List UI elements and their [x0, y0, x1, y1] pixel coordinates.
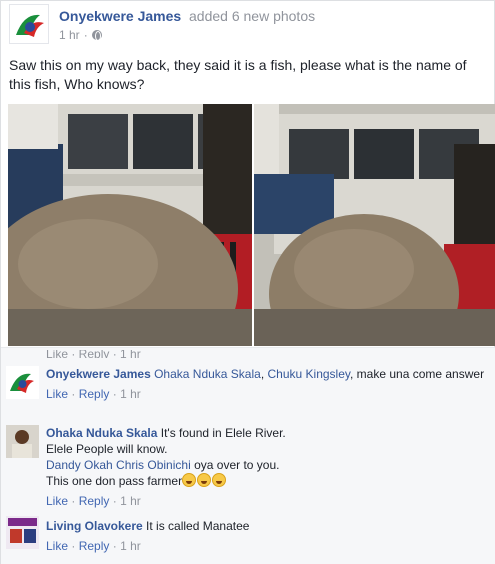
comment-tag[interactable]: Dandy Okah — [46, 458, 113, 472]
comment-author[interactable]: Ohaka Nduka Skala — [46, 426, 157, 440]
comment-author[interactable]: Living Olavokere — [46, 519, 143, 533]
comment-text: This one don pass farmer — [46, 474, 183, 488]
comment-text: It is called Manatee — [146, 519, 250, 533]
post-time[interactable]: 1 hr — [59, 28, 80, 42]
laughing-emoji-icon — [212, 473, 227, 487]
post-header: Onyekwere James added 6 new photos 1 hr … — [1, 1, 495, 51]
comment-text-line: This one don pass farmer — [46, 473, 486, 489]
post-author-name[interactable]: Onyekwere James — [59, 8, 181, 24]
post-action-text[interactable]: added 6 new photos — [189, 8, 315, 24]
comment-actions: Like · Reply · 1 hr — [46, 386, 486, 402]
dot-separator: · — [71, 494, 76, 508]
comment-text-line: Dandy Okah Chris Obinichi oya over to yo… — [46, 457, 486, 473]
comment-avatar[interactable] — [6, 425, 39, 458]
author-avatar[interactable] — [9, 4, 49, 44]
comment-body: Living Olavokere It is called Manatee Li… — [46, 518, 486, 554]
like-link[interactable]: Like — [46, 494, 68, 508]
laughing-emoji-icon — [197, 473, 212, 487]
comment-tag[interactable]: Chuku Kingsley — [268, 367, 351, 381]
dot-separator: · — [112, 387, 117, 401]
comment-time[interactable]: 1 hr — [120, 539, 141, 553]
photo-grid — [8, 104, 495, 346]
comment-text: It's found in Elele River. — [160, 426, 286, 440]
comment-time[interactable]: 1 hr — [120, 494, 141, 508]
reply-link[interactable]: Reply — [79, 387, 110, 401]
comment-actions: Like · Reply · 1 hr — [46, 493, 486, 509]
comment-body: Ohaka Nduka Skala It's found in Elele Ri… — [46, 425, 486, 509]
dot-separator: · — [112, 539, 117, 553]
like-link[interactable]: Like — [46, 387, 68, 401]
comment-body: Onyekwere James Ohaka Nduka Skala, Chuku… — [46, 366, 486, 402]
comment-time[interactable]: 1 hr — [120, 387, 141, 401]
photo-manatee-1[interactable] — [8, 104, 252, 346]
comments-section: Like · Reply · 1 hr Onyekwere James Ohak… — [1, 347, 495, 564]
comment-author[interactable]: Onyekwere James — [46, 367, 151, 381]
post-text: Saw this on my way back, they said it is… — [9, 57, 467, 92]
comment-tag[interactable]: Ohaka Nduka Skala — [154, 367, 261, 381]
globe-icon[interactable] — [91, 30, 102, 41]
dot-separator: · — [112, 494, 117, 508]
comment-text-line: Elele People will know. — [46, 442, 168, 456]
dot-separator: · — [71, 387, 76, 401]
dot-separator: · — [71, 539, 76, 553]
comment-tag[interactable]: Chris Obinichi — [116, 458, 191, 472]
comment-tag-separator: , — [260, 367, 268, 381]
comment-text: , make una come answer — [350, 367, 485, 381]
partial-comment-actions: Like · Reply · 1 hr — [46, 350, 141, 358]
comment-text: oya over to you. — [194, 458, 280, 472]
post-meta: 1 hr · — [59, 28, 102, 42]
dot-separator: · — [83, 28, 88, 42]
comment-actions: Like · Reply · 1 hr — [46, 538, 486, 554]
reply-link[interactable]: Reply — [79, 494, 110, 508]
like-link[interactable]: Like — [46, 539, 68, 553]
comment-avatar[interactable] — [6, 516, 39, 549]
comment-avatar[interactable] — [6, 366, 39, 399]
laughing-emoji-icon — [182, 473, 197, 487]
photo-manatee-2[interactable] — [254, 104, 495, 346]
feed-post: Onyekwere James added 6 new photos 1 hr … — [0, 0, 495, 564]
reply-link[interactable]: Reply — [79, 539, 110, 553]
